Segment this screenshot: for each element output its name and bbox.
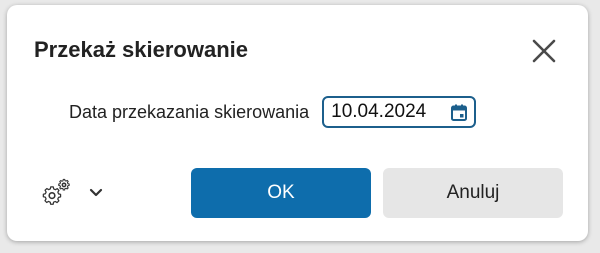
date-field-row: Data przekazania skierowania 10.04.2024: [69, 93, 477, 131]
settings-menu-button[interactable]: [40, 177, 103, 209]
close-icon: [532, 39, 556, 63]
date-input[interactable]: 10.04.2024: [322, 96, 477, 128]
close-button[interactable]: [531, 38, 557, 64]
dialog-title: Przekaż skierowanie: [34, 37, 249, 62]
ok-button[interactable]: OK: [191, 168, 371, 218]
date-field-label: Data przekazania skierowania: [69, 102, 310, 122]
chevron-down-icon: [89, 188, 103, 197]
dialog: Przekaż skierowanie Data przekazania ski…: [7, 5, 588, 241]
calendar-icon[interactable]: [451, 104, 468, 121]
gear-icon: [42, 178, 70, 205]
cancel-button[interactable]: Anuluj: [383, 168, 563, 218]
date-value: 10.04.2024: [331, 101, 427, 122]
